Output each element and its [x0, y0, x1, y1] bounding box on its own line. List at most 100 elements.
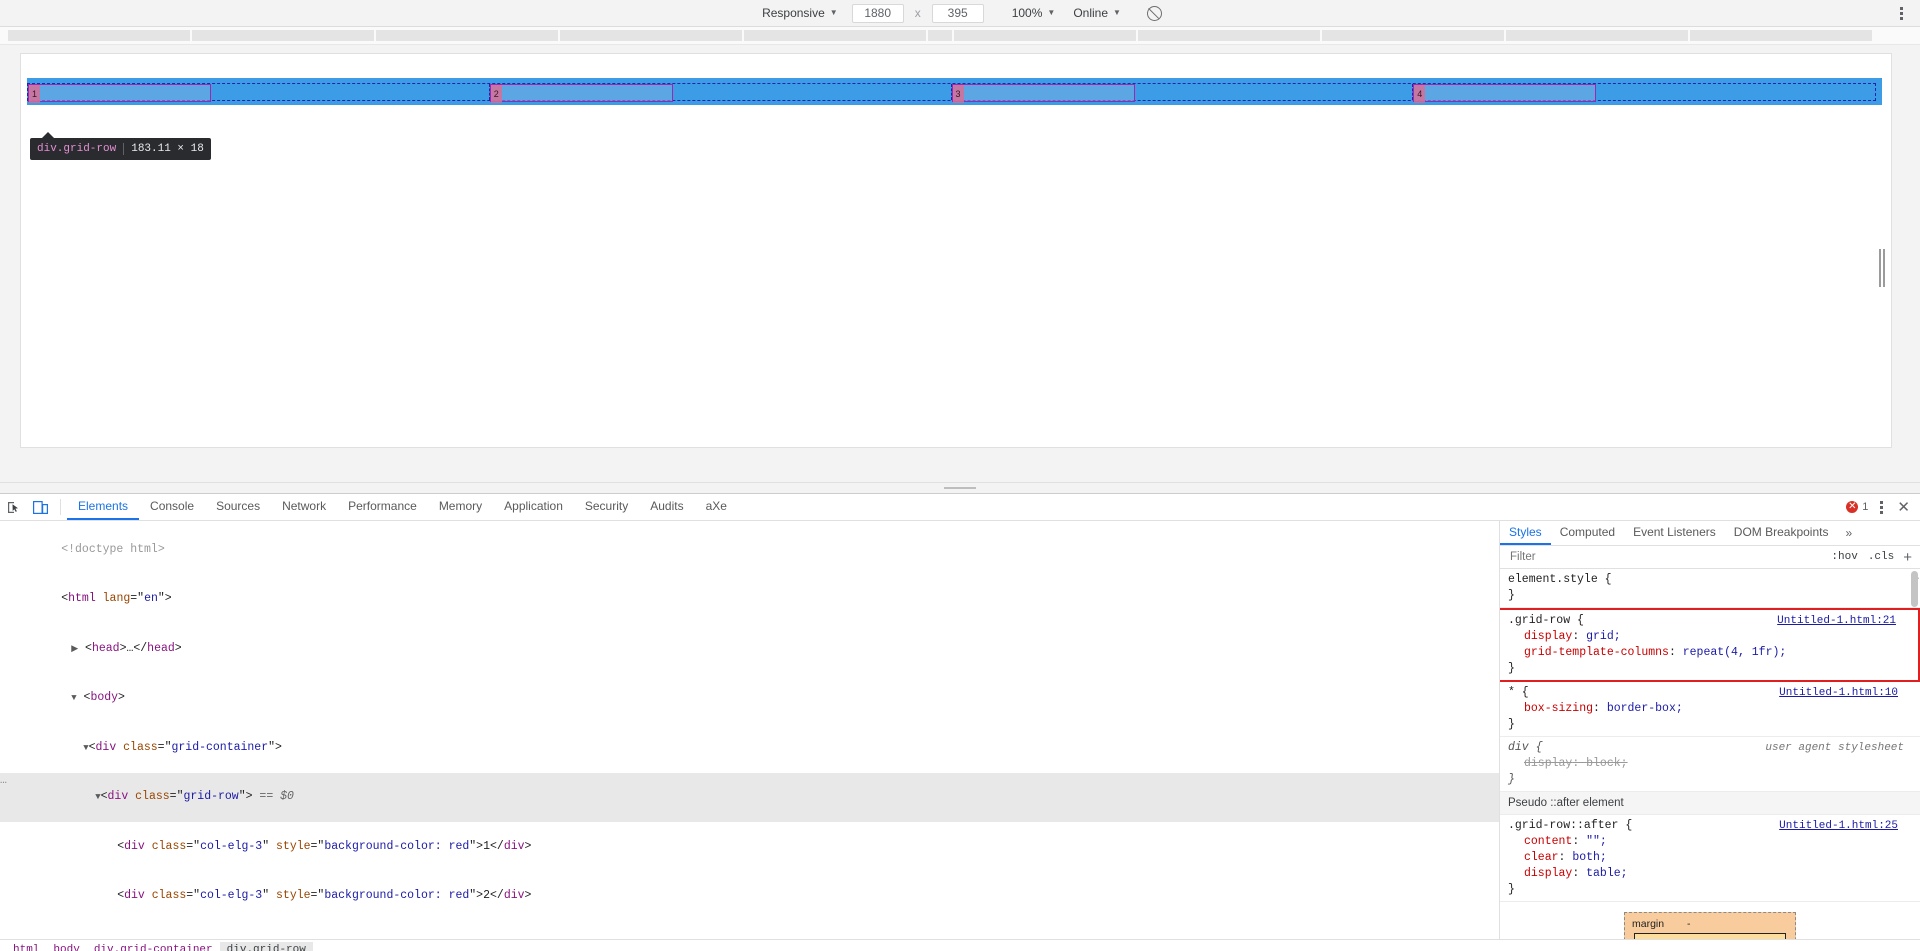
pseudo-element-section-header: Pseudo ::after element — [1500, 792, 1920, 815]
tab-computed[interactable]: Computed — [1551, 521, 1624, 545]
dom-line-body[interactable]: ▼ <body> — [0, 674, 1499, 724]
media-query-segment[interactable] — [744, 30, 926, 41]
tab-application[interactable]: Application — [493, 494, 574, 520]
more-tools-icon[interactable] — [1875, 500, 1888, 514]
media-query-segment[interactable] — [954, 30, 1136, 41]
zoom-label: 100% — [1011, 6, 1043, 20]
tab-console[interactable]: Console — [139, 494, 205, 520]
styles-filter-input[interactable] — [1508, 550, 1827, 564]
inspect-element-icon[interactable] — [0, 494, 27, 520]
devtools-tabbar-actions: ✕ 1 ✕ — [1846, 494, 1920, 520]
media-query-segment[interactable] — [560, 30, 742, 41]
rule-selector: element.style { — [1508, 573, 1612, 586]
zoom-select[interactable]: 100% ▼ — [1008, 5, 1060, 21]
media-query-segment[interactable] — [376, 30, 558, 41]
new-style-rule-button[interactable]: + — [1899, 550, 1916, 565]
media-query-segment[interactable] — [1690, 30, 1872, 41]
dom-line-col-2[interactable]: <div class="col-elg-3" style="background… — [0, 872, 1499, 922]
border-value[interactable]: - — [1697, 937, 1701, 939]
element-highlight-tooltip: div.grid-row 183.11 × 18 — [30, 131, 211, 161]
tab-elements[interactable]: Elements — [67, 494, 140, 520]
tag-name: div — [503, 839, 525, 853]
dom-tree[interactable]: <!doctype html> <html lang="en"> ▶ <head… — [0, 521, 1500, 939]
tag-name: body — [90, 691, 119, 704]
tab-event-listeners[interactable]: Event Listeners — [1624, 521, 1725, 545]
device-toolbar-more-options-icon[interactable] — [1892, 3, 1910, 23]
error-count-badge[interactable]: ✕ 1 — [1846, 501, 1868, 513]
device-preset-label: Responsive — [762, 6, 825, 20]
page-frame[interactable]: 1 2 3 4 — [20, 53, 1892, 448]
style-rule-grid-row[interactable]: .grid-row { Untitled-1.html:21 display: … — [1500, 608, 1920, 682]
breadcrumb-item-html[interactable]: html — [6, 942, 46, 951]
tab-security[interactable]: Security — [574, 494, 639, 520]
style-rule-universal[interactable]: * { Untitled-1.html:10 box-sizing: borde… — [1500, 682, 1920, 737]
tooltip-selector: div.grid-row — [37, 143, 117, 155]
tab-label: Memory — [438, 499, 483, 513]
device-preset-select[interactable]: Responsive ▼ — [758, 5, 842, 21]
breadcrumb-item-grid-row[interactable]: div.grid-row — [219, 941, 313, 951]
viewport-width-input[interactable] — [851, 3, 904, 23]
hov-toggle-button[interactable]: :hov — [1826, 551, 1862, 563]
tab-performance[interactable]: Performance — [337, 494, 428, 520]
style-rule-grid-row-after[interactable]: .grid-row::after { Untitled-1.html:25 co… — [1500, 815, 1920, 902]
tab-axe[interactable]: aXe — [695, 494, 738, 520]
dom-line-col-3[interactable]: <div class="col-elg-3" style="background… — [0, 921, 1499, 940]
node-menu-icon[interactable]: … — [0, 773, 8, 790]
media-query-segment[interactable] — [192, 30, 374, 41]
tab-styles[interactable]: Styles — [1500, 521, 1551, 545]
close-devtools-icon[interactable]: ✕ — [1895, 500, 1912, 515]
viewport-resize-handle[interactable] — [1879, 249, 1885, 287]
col-elg-3-box: 2 — [489, 84, 673, 103]
css-declaration[interactable]: grid-template-columns: repeat(4, 1fr); — [1508, 645, 1912, 661]
media-query-segment[interactable] — [928, 30, 952, 41]
chevron-down-icon: ▼ — [1113, 8, 1121, 17]
viewport-height-input[interactable] — [931, 3, 984, 23]
dom-breadcrumb: html body div.grid-container div.grid-ro… — [0, 939, 1920, 951]
dom-line-grid-row[interactable]: … ▼<div class="grid-row"> == $0 — [0, 772, 1499, 822]
devtools-vertical-splitter[interactable] — [0, 482, 1920, 493]
media-query-segment[interactable] — [8, 30, 190, 41]
style-rule-user-agent-div[interactable]: div { user agent stylesheet display: blo… — [1500, 737, 1920, 792]
dom-line-grid-container[interactable]: ▼<div class="grid-container"> — [0, 723, 1499, 773]
media-query-segment[interactable] — [1322, 30, 1504, 41]
tab-network[interactable]: Network — [271, 494, 337, 520]
tab-memory[interactable]: Memory — [428, 494, 493, 520]
tab-sources[interactable]: Sources — [205, 494, 271, 520]
css-declaration[interactable]: content: ""; — [1508, 834, 1914, 850]
rule-source-link[interactable]: Untitled-1.html:10 — [1779, 685, 1898, 701]
dom-line-head[interactable]: ▶ <head>…</head> — [0, 624, 1499, 674]
devtools-body: <!doctype html> <html lang="en"> ▶ <head… — [0, 521, 1920, 939]
box-model-diagram[interactable]: margin - border - padding - — [1500, 902, 1920, 939]
css-declaration[interactable]: display: table; — [1508, 866, 1914, 882]
box-model-border[interactable]: border - padding - — [1634, 933, 1786, 939]
margin-value[interactable]: - — [1687, 916, 1691, 932]
css-property-value: repeat(4, 1fr); — [1682, 646, 1787, 659]
no-throttling-icon[interactable] — [1146, 5, 1162, 21]
css-declaration-overridden[interactable]: display: block; — [1508, 756, 1914, 772]
dom-line-col-1[interactable]: <div class="col-elg-3" style="background… — [0, 822, 1499, 872]
breadcrumb-item-body[interactable]: body — [46, 942, 86, 951]
more-tabs-icon[interactable]: » — [1837, 521, 1860, 545]
rule-source-link[interactable]: Untitled-1.html:25 — [1779, 818, 1898, 834]
box-model-margin[interactable]: margin - border - padding - — [1624, 912, 1796, 939]
dom-line-doctype[interactable]: <!doctype html> — [0, 525, 1499, 575]
breadcrumb-item-grid-container[interactable]: div.grid-container — [87, 942, 220, 951]
rule-source-link[interactable]: Untitled-1.html:21 — [1777, 613, 1896, 629]
tab-audits[interactable]: Audits — [639, 494, 694, 520]
style-rule-element-style[interactable]: element.style { } — [1500, 569, 1920, 608]
media-query-segment[interactable] — [1506, 30, 1688, 41]
tab-label: Console — [150, 499, 195, 513]
dom-line-html[interactable]: <html lang="en"> — [0, 575, 1499, 625]
network-throttle-select[interactable]: Online ▼ — [1069, 5, 1125, 21]
css-declaration[interactable]: clear: both; — [1508, 850, 1914, 866]
cls-toggle-button[interactable]: .cls — [1863, 551, 1899, 563]
toggle-device-toolbar-icon[interactable] — [27, 494, 54, 520]
media-query-segment[interactable] — [1138, 30, 1320, 41]
media-query-ruler[interactable] — [0, 27, 1920, 45]
css-declaration[interactable]: box-sizing: border-box; — [1508, 701, 1914, 717]
selected-node-marker: == $0 — [259, 790, 294, 803]
css-declaration[interactable]: display: grid; — [1508, 629, 1912, 645]
text-node: 3 — [483, 939, 490, 940]
styles-rules-list[interactable]: ▲ element.style { } .grid-row { Untitled… — [1500, 569, 1920, 939]
tab-dom-breakpoints[interactable]: DOM Breakpoints — [1725, 521, 1838, 545]
